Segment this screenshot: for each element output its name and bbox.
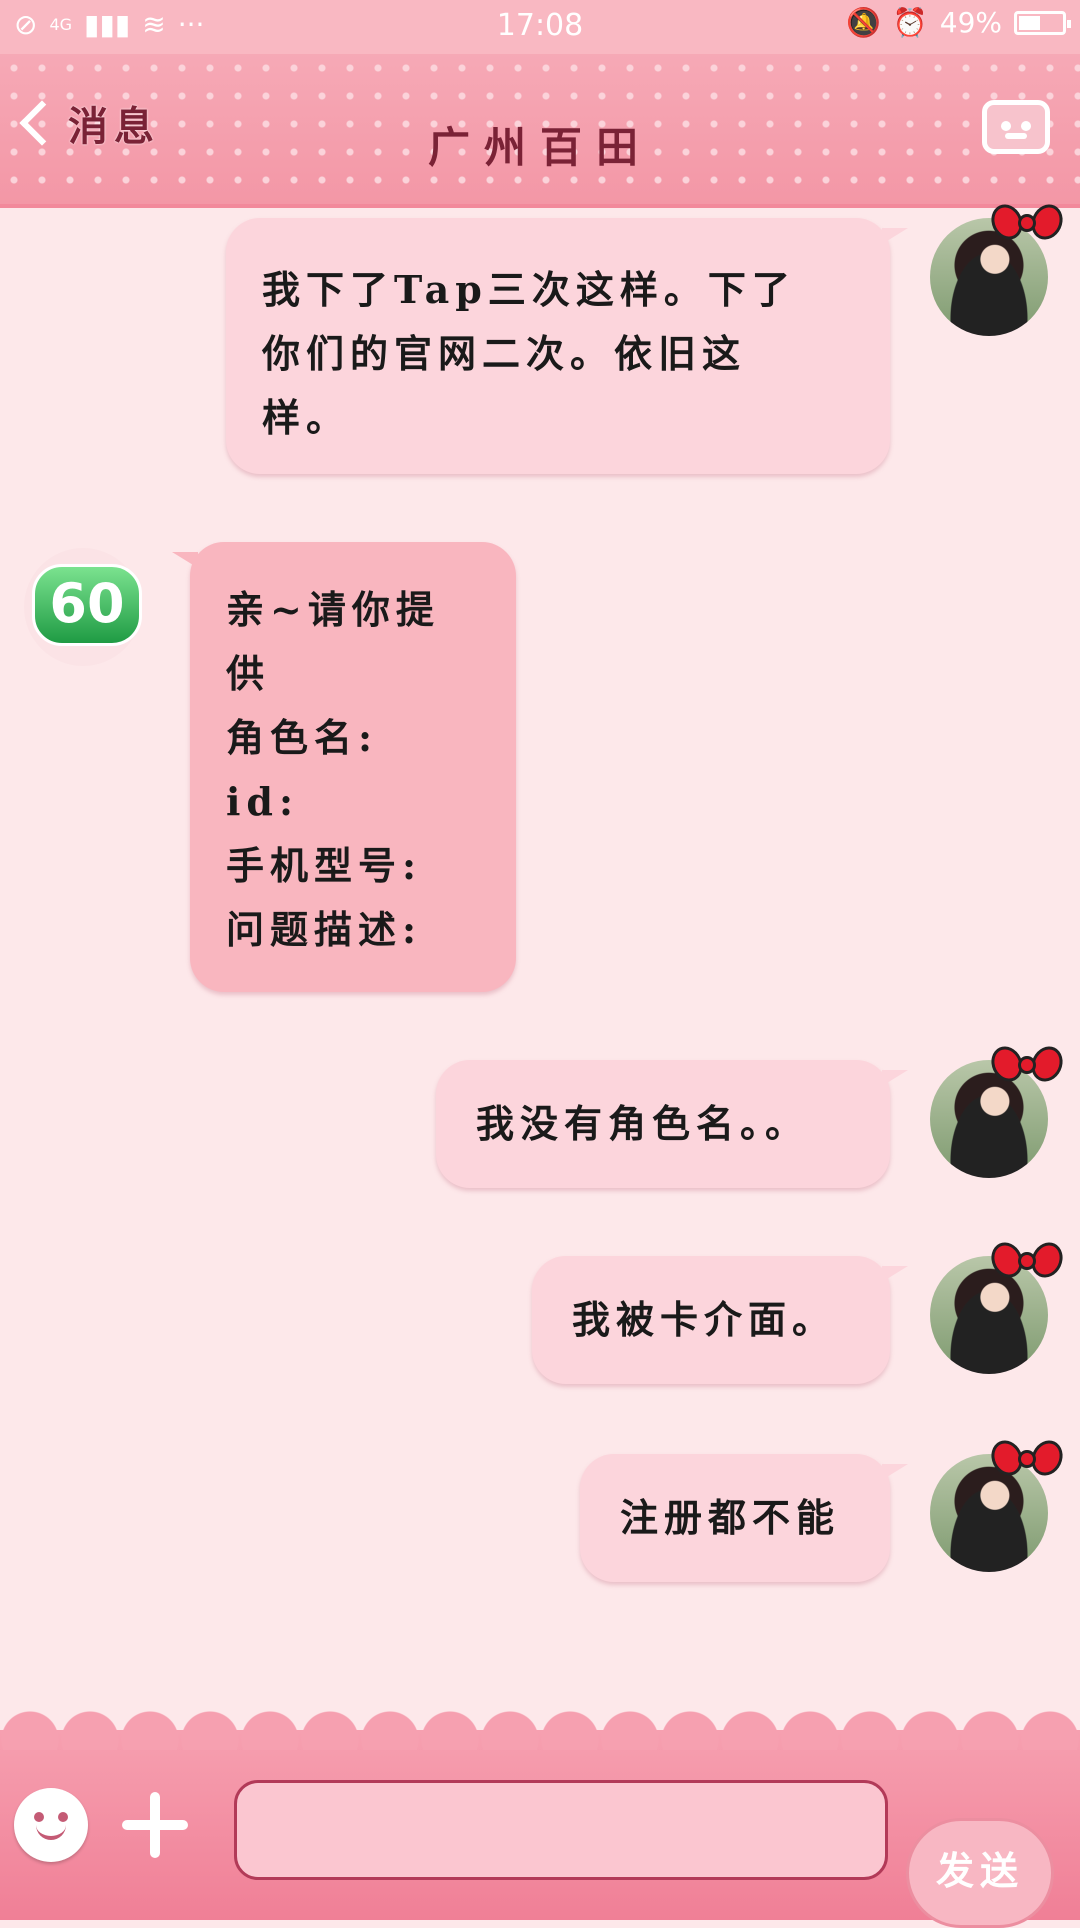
game-logo-icon: 60 xyxy=(32,564,142,646)
bow-decoration-icon xyxy=(985,1435,1069,1484)
emoji-icon-mouth xyxy=(36,1824,66,1840)
battery-percent: 49% xyxy=(939,6,1002,39)
battery-icon xyxy=(1014,10,1071,35)
battery-fill xyxy=(1019,15,1040,30)
bow-decoration-icon xyxy=(985,199,1069,248)
profile-icon-eye-right xyxy=(1021,121,1031,131)
my-avatar[interactable] xyxy=(930,1237,1069,1374)
my-avatar[interactable] xyxy=(930,1435,1069,1572)
chat-header: 消息 广州百田 xyxy=(0,54,1080,208)
add-attachment-button[interactable] xyxy=(122,1792,188,1858)
composer-bar: 发送 xyxy=(0,1710,1080,1928)
emoji-icon-eye-right xyxy=(58,1812,68,1822)
emoji-icon-eye-left xyxy=(34,1812,44,1822)
status-bar: ⊘ 4G ▮▮▮ ≋ ··· 17:08 🔕 ⏰ 49% xyxy=(0,0,1080,54)
message-bubble-received[interactable]: 亲~请你提供 角色名: id: 手机型号: 问题描述: xyxy=(172,542,516,992)
my-avatar[interactable] xyxy=(930,199,1069,336)
message-bubble-sent[interactable]: 注册都不能 xyxy=(580,1454,908,1582)
battery-tip xyxy=(1067,19,1071,28)
message-bubble-sent[interactable]: 我被卡介面。 xyxy=(532,1256,908,1384)
profile-card-icon[interactable] xyxy=(982,100,1050,154)
message-bubble-sent[interactable]: 我下了Tap三次这样。下了 你们的官网二次。依旧这 样。 xyxy=(226,218,908,474)
message-input[interactable] xyxy=(234,1780,888,1880)
profile-icon-eye-left xyxy=(1001,121,1011,131)
agent-avatar[interactable]: 60 xyxy=(24,548,142,666)
decorative-cloud-border xyxy=(0,1710,1080,1750)
send-button[interactable]: 发送 xyxy=(906,1818,1054,1928)
message-bubble-sent[interactable]: 我没有角色名。。 xyxy=(436,1060,908,1188)
my-avatar[interactable] xyxy=(930,1041,1069,1178)
bow-decoration-icon xyxy=(985,1237,1069,1286)
chat-title: 广州百田 xyxy=(427,123,652,172)
bow-decoration-icon xyxy=(985,1041,1069,1090)
status-right-icons: 🔕 ⏰ 49% xyxy=(846,6,1071,39)
emoji-button[interactable] xyxy=(14,1788,88,1862)
alarm-icon: ⏰ xyxy=(892,6,928,39)
mute-bell-icon: 🔕 xyxy=(846,6,881,39)
profile-icon-mouth xyxy=(1005,133,1027,139)
